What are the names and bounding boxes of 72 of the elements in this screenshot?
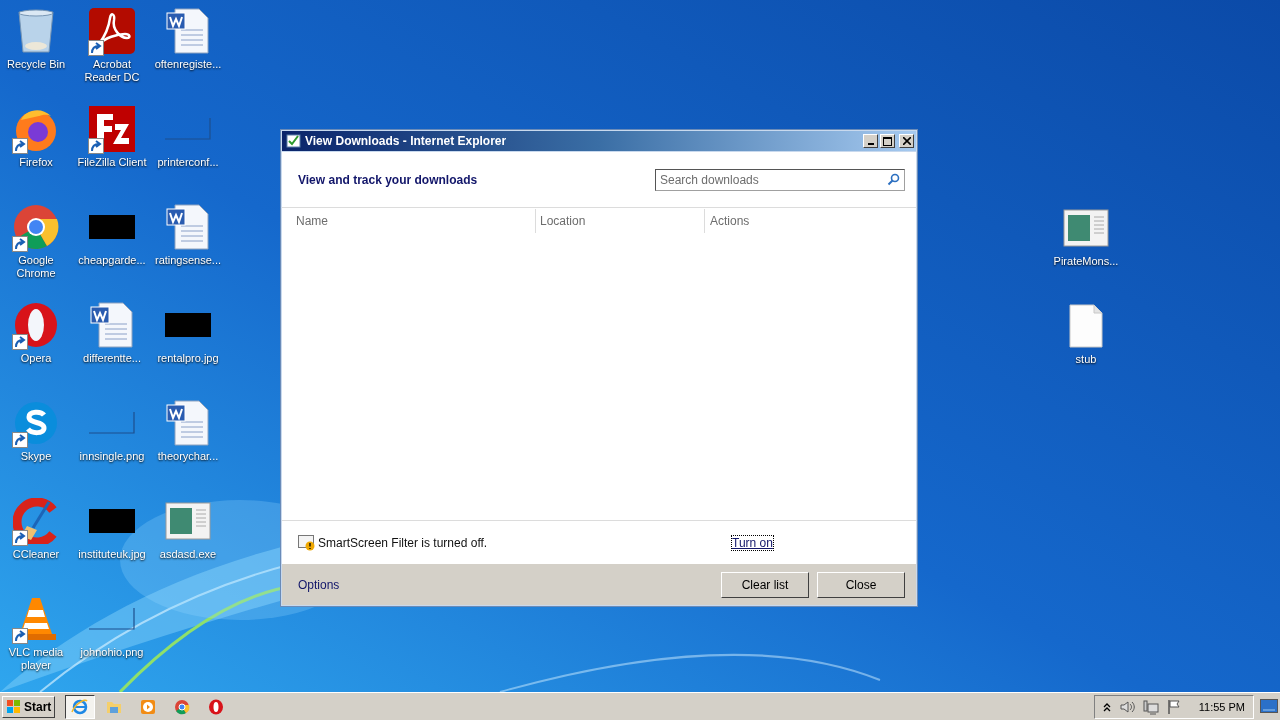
desktop-icon-label[interactable]: instituteuk.jpg [78, 548, 146, 561]
desktop-icon-label[interactable]: VLC media player [0, 646, 74, 672]
speaker-icon[interactable] [1118, 698, 1135, 715]
image-thumbnail-icon [89, 412, 135, 434]
close-button[interactable] [899, 134, 914, 148]
media-player-icon [139, 697, 158, 716]
document-icon [165, 204, 211, 250]
image-thumbnail-icon [89, 608, 135, 630]
browser-icon [207, 697, 226, 716]
browser-icon [71, 697, 90, 716]
desktop-icon-label[interactable]: printerconf... [157, 156, 219, 169]
column-header[interactable]: Location [536, 209, 705, 233]
desktop-icon-label[interactable]: oftenregiste... [154, 58, 222, 71]
warning-shield-icon [298, 534, 316, 551]
desktop-icon-label[interactable]: FileZilla Client [77, 156, 147, 169]
desktop-icon-label[interactable]: Acrobat Reader DC [74, 58, 150, 84]
show-desktop-icon[interactable] [1260, 698, 1278, 715]
desktop-icon-label[interactable]: PirateMons... [1053, 255, 1119, 268]
flag-icon[interactable] [1166, 698, 1183, 715]
recycle-bin-icon [16, 8, 56, 54]
file-icon [1069, 304, 1103, 348]
document-icon [165, 8, 211, 54]
minimize-button[interactable] [863, 134, 878, 148]
desktop-icon-label[interactable]: CCleaner [12, 548, 60, 561]
desktop-icon-label[interactable]: stub [1075, 353, 1097, 366]
clock[interactable]: 11:55 PM [1198, 700, 1245, 713]
browser-icon [13, 204, 59, 250]
windows-logo-icon [6, 698, 22, 715]
document-icon [89, 302, 135, 348]
desktop-icon-label[interactable]: Skype [20, 450, 52, 463]
taskbar-button[interactable] [65, 694, 96, 719]
maximize-button[interactable] [880, 134, 895, 148]
application-window-icon [1063, 209, 1109, 247]
image-thumbnail-icon [89, 509, 135, 533]
desktop-icon-label[interactable]: Firefox [19, 156, 53, 169]
turn-on-link[interactable]: Turn on [732, 535, 773, 550]
column-header[interactable]: Name [282, 209, 536, 233]
application-window-icon [165, 502, 211, 540]
dialog-button[interactable]: Close [817, 571, 905, 598]
search-icon[interactable] [887, 172, 900, 186]
show-hidden-icons-icon[interactable] [1102, 701, 1111, 712]
desktop-icon-label[interactable]: johnohio.png [80, 646, 144, 659]
image-thumbnail-icon [165, 118, 211, 140]
search-field[interactable]: Search downloads [655, 168, 905, 191]
image-thumbnail-icon [165, 313, 211, 337]
close-icon [902, 137, 911, 145]
desktop-icon-label[interactable]: rentalpro.jpg [157, 352, 219, 365]
document-icon [165, 400, 211, 446]
desktop-icon-label[interactable]: asdasd.exe [159, 548, 217, 561]
dialog-button[interactable]: Clear list [721, 571, 809, 598]
desktop-icon-label[interactable]: innsingle.png [79, 450, 145, 463]
image-thumbnail-icon [89, 215, 135, 239]
desktop-icon-label[interactable]: Google Chrome [0, 254, 74, 280]
column-header[interactable]: Actions [705, 209, 916, 233]
options-link[interactable]: Options [298, 577, 340, 592]
dialog-heading: View and track your downloads [298, 172, 478, 187]
chat-app-icon [13, 400, 59, 446]
desktop-icon-label[interactable]: theorychar... [157, 450, 219, 463]
start-button[interactable]: Start [2, 695, 56, 718]
maximize-icon [883, 136, 892, 146]
download-window-icon [286, 133, 302, 149]
network-icon[interactable] [1142, 698, 1159, 715]
cleaner-icon [13, 498, 59, 544]
browser-icon [13, 302, 59, 348]
desktop-icon-label[interactable]: Recycle Bin [6, 58, 66, 71]
desktop-icon-label[interactable]: differentte... [83, 352, 141, 365]
desktop-icon-label[interactable]: Opera [20, 352, 52, 365]
browser-icon [173, 697, 192, 716]
window-title: View Downloads - Internet Explorer [305, 134, 508, 148]
desktop-icon-label[interactable]: cheapgarde... [78, 254, 146, 267]
smartscreen-message: SmartScreen Filter is turned off. [318, 535, 489, 550]
desktop-icon-label[interactable]: ratingsense... [154, 254, 221, 267]
